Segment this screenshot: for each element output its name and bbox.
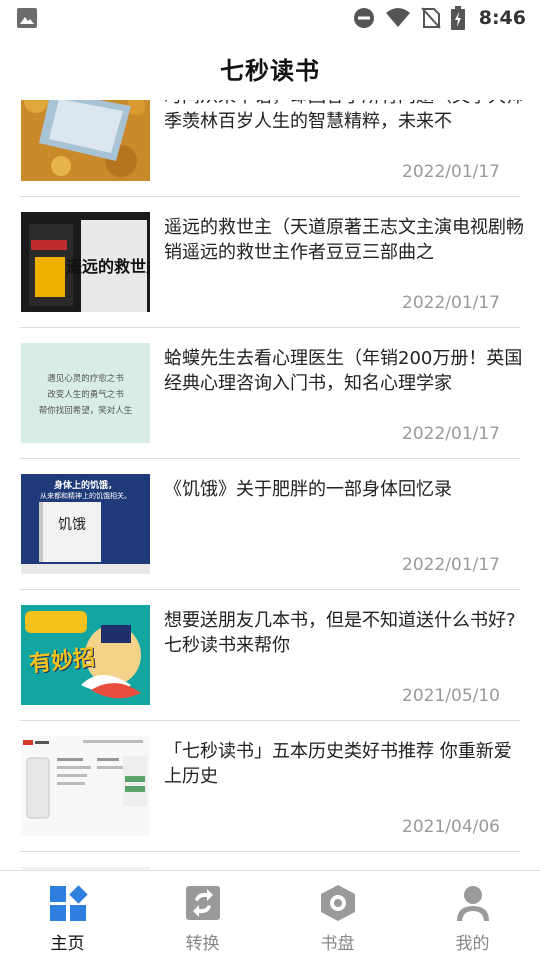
gift-books-illustration-thumbnail: 有妙招 [21,605,150,705]
tab-home-label: 主页 [50,934,85,954]
tab-convert[interactable]: 转换 [135,871,270,960]
battery-icon [450,6,465,30]
tab-bookshelf[interactable]: 书盘 [270,871,405,960]
book-on-leaves-thumbnail [21,100,150,181]
article-date: 2021/04/06 [402,817,500,837]
hunger-cover-title: 饥饿 [58,517,86,533]
status-bar: 8:46 [0,0,540,36]
dnd-icon [353,8,374,28]
app-header: 七秒读书 [0,36,540,100]
article-title[interactable]: 遥远的救世主（天道原著王志文主演电视剧畅销遥远的救世主作者豆豆三部曲之 [164,215,524,265]
list-item[interactable]: 时间从来不语，却回答了所有问题（文学大师季羡林百岁人生的智慧精粹，未来不 202… [20,100,524,197]
hunger-top-text: 身体上的饥饿， [53,481,117,491]
article-title[interactable]: 《饥饿》关于肥胖的一部身体回忆录 [164,477,524,527]
psych-line: 改变人生的勇气之书 [47,390,124,400]
profile-icon [456,886,489,921]
article-date: 2021/05/10 [402,686,500,706]
article-date: 2022/01/17 [402,424,500,444]
tab-convert-label: 转换 [185,934,220,954]
article-date: 2022/01/17 [402,162,500,182]
page-title: 七秒读书 [220,56,320,85]
article-title[interactable]: 「七秒读书」五本历史类好书推荐 你重新爱上历史 [164,739,524,789]
tab-profile-label: 我的 [455,934,490,954]
list-item[interactable]: 有妙招 想要送朋友几本书，但是不知道送什么书好? 七秒读书来帮你 2021/05… [20,590,520,721]
article-title[interactable]: 时间从来不语，却回答了所有问题（文学大师季羡林百岁人生的智慧精粹，未来不 [164,100,524,134]
home-grid-icon [49,885,88,921]
bottom-navigation: 主页 转换 书盘 我的 [0,870,540,960]
gift-label: 有妙招 [28,645,97,678]
list-item[interactable]: 遇见心灵的疗愈之书 改变人生的勇气之书 帮你找回希望，笑对人生 蛤蟆先生去看心理… [20,328,522,459]
psychology-quote-thumbnail: 遇见心灵的疗愈之书 改变人生的勇气之书 帮你找回希望，笑对人生 [21,343,150,443]
saviour-book-cover-thumbnail: 遥远的救世主 [21,212,150,312]
article-title[interactable]: 想要送朋友几本书，但是不知道送什么书好? 七秒读书来帮你 [164,608,524,658]
list-item[interactable]: 「七秒读书」五本历史类好书推荐 你重新爱上历史 2021/04/06 [20,721,520,852]
tab-profile[interactable]: 我的 [405,871,540,960]
hunger-sub-text: 从来都和精神上的饥饿相关。 [40,492,131,500]
tab-bookshelf-label: 书盘 [320,934,355,954]
psych-line: 遇见心灵的疗愈之书 [47,374,124,384]
saviour-cover-title: 遥远的救世主 [66,257,150,276]
clock: 8:46 [478,7,526,29]
list-item[interactable]: 遥远的救世主 遥远的救世主（天道原著王志文主演电视剧畅销遥远的救世主作者豆豆三部… [20,197,524,328]
list-item[interactable]: 身体上的饥饿， 从来都和精神上的饥饿相关。 饥饿 《饥饿》关于肥胖的一部身体回忆… [20,459,520,590]
article-date: 2022/01/17 [402,555,500,575]
article-title[interactable]: 蛤蟆先生去看心理医生（年销200万册！英国经典心理咨询入门书，知名心理学家 [164,346,524,396]
convert-icon [185,886,220,920]
tab-home[interactable]: 主页 [0,871,135,960]
article-date: 2022/01/17 [402,293,500,313]
no-sim-icon [420,7,441,29]
list-item[interactable] [20,852,520,870]
psych-line: 帮你找回希望，笑对人生 [38,406,133,416]
bookshelf-icon [320,885,355,921]
hunger-book-cover-thumbnail: 身体上的饥饿， 从来都和精神上的饥饿相关。 饥饿 [21,474,150,574]
app-screenshot-thumbnail [21,736,150,836]
image-icon [17,8,37,28]
wifi-icon [385,8,410,27]
article-feed[interactable]: 时间从来不语，却回答了所有问题（文学大师季羡林百岁人生的智慧精粹，未来不 202… [0,100,540,870]
